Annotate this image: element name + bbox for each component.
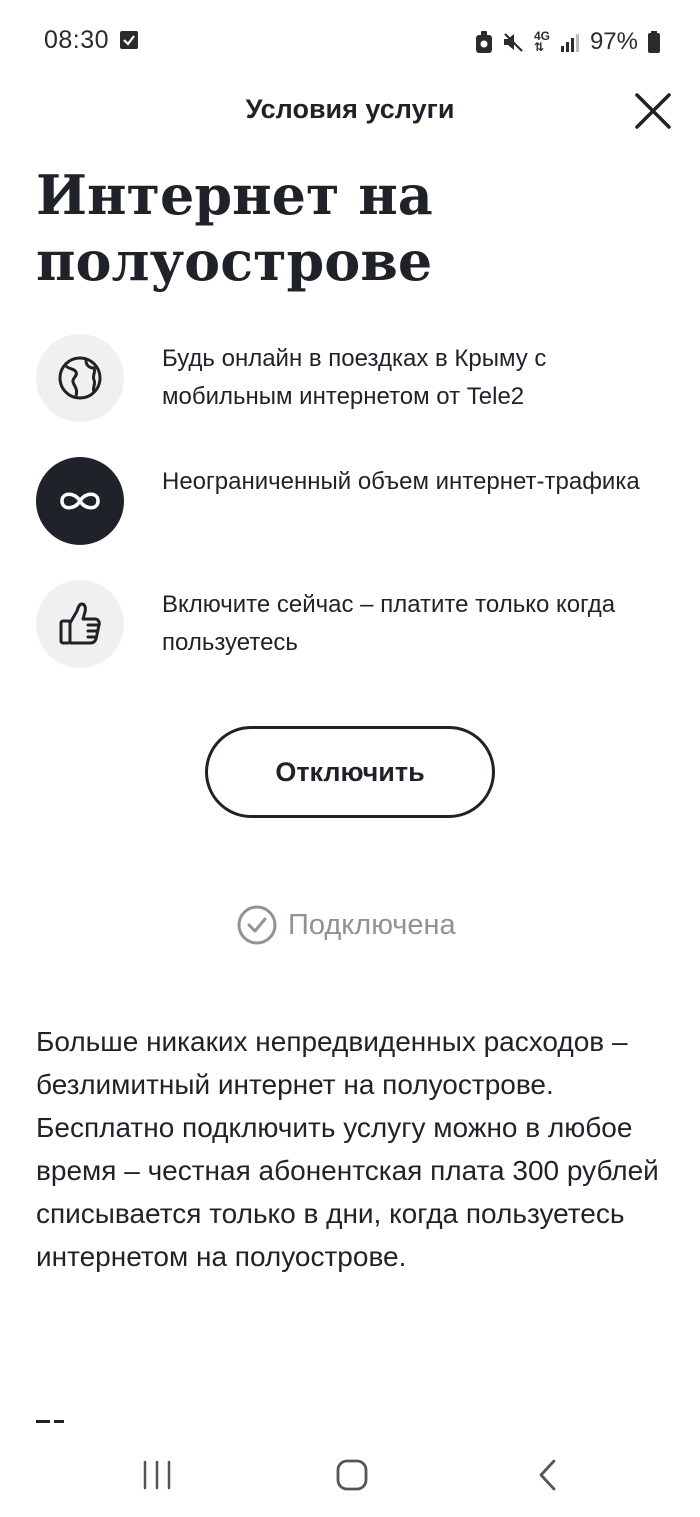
checkbox-notification-icon (120, 31, 138, 49)
network-type-label: 4G (533, 29, 550, 43)
cut-off-content (36, 1420, 64, 1423)
lock-battery-icon (475, 31, 492, 53)
thumbs-up-icon (59, 602, 101, 645)
feature-text: Включите сейчас – платите только когда п… (162, 591, 616, 656)
network-type-icon: 4G ⇅ (533, 29, 550, 54)
feature-text: Неограниченный объем интернет-трафика (162, 468, 640, 495)
feature-item-pay-when-use: Включите сейчас – платите только когда п… (36, 580, 666, 670)
recent-apps-button[interactable] (127, 1452, 187, 1498)
page-title: Интернет на полуострове (36, 163, 433, 293)
status-time: 08:30 (44, 26, 110, 54)
close-icon (635, 93, 671, 129)
header-title: Условия услуги (245, 94, 455, 124)
battery-percent: 97% (589, 28, 638, 55)
recent-apps-icon (143, 1460, 171, 1490)
infinity-icon (60, 492, 100, 510)
service-status-label: Подключена (288, 908, 456, 941)
globe-icon (58, 356, 102, 400)
feature-item-online: Будь онлайн в поездках в Крыму с мобильн… (36, 334, 666, 424)
back-icon (539, 1459, 556, 1491)
battery-icon (648, 31, 660, 53)
back-button[interactable] (518, 1452, 578, 1498)
status-bar: 08:30 4G ⇅ 97% (0, 0, 700, 80)
status-indicators: 4G ⇅ 97% (475, 28, 660, 56)
feature-item-unlimited: Неограниченный объем интернет-трафика (36, 457, 666, 547)
signal-icon (560, 34, 579, 52)
close-button[interactable] (630, 88, 676, 134)
service-description: Больше никаких непредвиденных расходов –… (36, 1026, 659, 1272)
disable-button[interactable]: Отключить (205, 726, 495, 818)
system-nav-bar (0, 1430, 700, 1517)
feature-icon-container (36, 580, 124, 668)
mute-icon (503, 33, 523, 52)
feature-text: Будь онлайн в поездках в Крыму с мобильн… (162, 345, 547, 410)
service-status: Подключена (236, 903, 456, 947)
home-button[interactable] (322, 1452, 382, 1498)
check-circle-icon (237, 905, 277, 945)
home-icon (336, 1459, 368, 1491)
feature-icon-container (36, 457, 124, 545)
feature-icon-container (36, 334, 124, 422)
